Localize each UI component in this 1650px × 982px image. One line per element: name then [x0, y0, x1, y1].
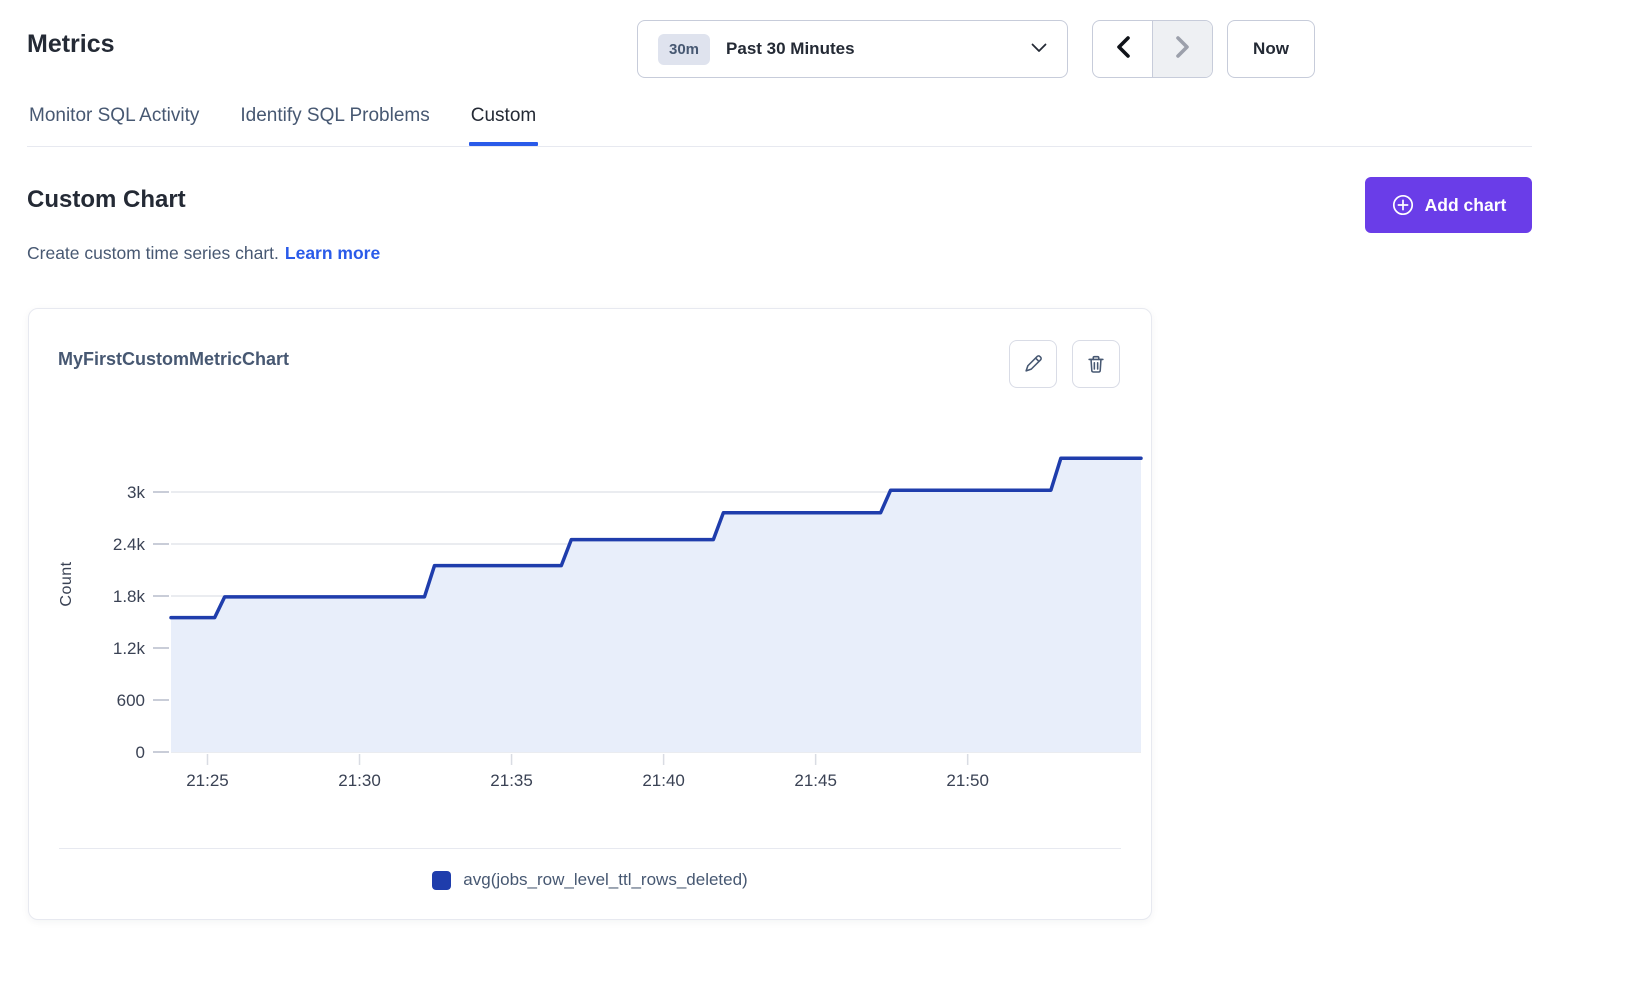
metrics-page: { "header": { "title": "Metrics", "time_…: [0, 0, 1650, 982]
svg-text:21:25: 21:25: [186, 771, 229, 790]
svg-text:Count: Count: [58, 561, 75, 606]
trash-icon: [1085, 353, 1107, 375]
pencil-icon: [1022, 353, 1044, 375]
edit-chart-button[interactable]: [1009, 340, 1057, 388]
time-range-label: Past 30 Minutes: [726, 39, 1031, 59]
custom-chart-plot: 0 600 1.2k 1.8k 2.4k 3k 21:25 21:30 21:35 21:40 21…: [29, 424, 1153, 796]
delete-chart-button[interactable]: [1072, 340, 1120, 388]
chevron-right-icon: [1175, 35, 1191, 64]
metrics-tabs: Monitor SQL Activity Identify SQL Proble…: [27, 101, 1532, 147]
section-subtitle: Create custom time series chart.Learn mo…: [27, 243, 380, 264]
tab-monitor-sql-activity[interactable]: Monitor SQL Activity: [27, 101, 201, 146]
svg-text:1.8k: 1.8k: [113, 587, 146, 606]
svg-text:21:45: 21:45: [794, 771, 837, 790]
chart-title: MyFirstCustomMetricChart: [58, 349, 289, 370]
svg-text:21:35: 21:35: [490, 771, 533, 790]
svg-text:21:30: 21:30: [338, 771, 381, 790]
add-chart-button[interactable]: Add chart: [1365, 177, 1532, 233]
svg-text:600: 600: [117, 691, 145, 710]
time-range-badge: 30m: [658, 34, 710, 65]
learn-more-link[interactable]: Learn more: [285, 243, 380, 263]
legend-swatch: [432, 871, 451, 890]
page-title: Metrics: [27, 30, 115, 59]
svg-text:2.4k: 2.4k: [113, 535, 146, 554]
custom-chart-card: MyFirstCustomMetricChart 0 600 1.2k 1.8k 2.4…: [28, 308, 1152, 920]
plus-circle-icon: [1391, 193, 1415, 217]
section-title: Custom Chart: [27, 186, 186, 214]
svg-text:21:50: 21:50: [946, 771, 989, 790]
time-window-nav: [1092, 20, 1213, 78]
svg-text:1.2k: 1.2k: [113, 639, 146, 658]
next-time-window-button[interactable]: [1153, 21, 1212, 77]
active-tab-underline: [469, 142, 538, 146]
legend-item[interactable]: avg(jobs_row_level_ttl_rows_deleted): [29, 865, 1151, 895]
prev-time-window-button[interactable]: [1093, 21, 1153, 77]
svg-text:0: 0: [136, 743, 145, 762]
card-divider: [59, 848, 1121, 849]
svg-text:21:40: 21:40: [642, 771, 685, 790]
legend-label: avg(jobs_row_level_ttl_rows_deleted): [463, 870, 747, 890]
time-range-picker[interactable]: 30m Past 30 Minutes: [637, 20, 1068, 78]
tab-identify-sql-problems[interactable]: Identify SQL Problems: [238, 101, 431, 146]
chevron-down-icon: [1031, 40, 1047, 58]
tab-custom[interactable]: Custom: [469, 101, 538, 146]
chevron-left-icon: [1115, 35, 1131, 64]
svg-text:3k: 3k: [127, 483, 145, 502]
now-button[interactable]: Now: [1227, 20, 1315, 78]
